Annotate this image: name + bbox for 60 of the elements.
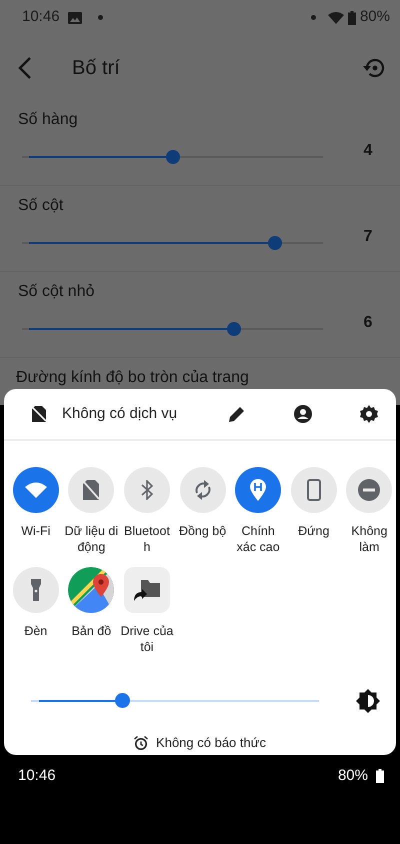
wifi-icon (24, 482, 47, 498)
sync-icon (194, 480, 212, 500)
phone-icon (306, 479, 321, 501)
setting-value: 7 (362, 226, 374, 246)
folder-shortcut-icon[interactable] (124, 567, 170, 613)
battery-percent: 80% (360, 7, 390, 28)
image-icon (68, 12, 82, 24)
tile-label: Wi-Fi (21, 523, 50, 539)
battery-icon (376, 769, 384, 784)
slider-thumb[interactable] (166, 150, 180, 164)
bluetooth-icon (140, 480, 153, 500)
account-icon[interactable] (294, 405, 312, 423)
edit-icon[interactable] (228, 405, 246, 423)
setting-label: Số hàng (18, 110, 79, 130)
wifi-icon (328, 12, 344, 24)
toggle-tile[interactable] (235, 467, 282, 513)
status-time: 10:46 (22, 7, 60, 28)
alarm-clock-icon (134, 736, 148, 750)
tile-label: Đèn (24, 623, 48, 639)
slider-thumb[interactable] (115, 693, 130, 708)
toggle-tile[interactable] (12, 467, 59, 513)
flashlight-icon (30, 579, 41, 601)
dot-icon (310, 15, 316, 20)
battery-icon (348, 10, 356, 24)
tile-label: Đồng bộ (178, 523, 226, 539)
restore-icon[interactable] (362, 56, 386, 78)
minus-circle-icon (358, 479, 380, 501)
toggle-tile[interactable] (290, 467, 337, 513)
slider-thumb[interactable] (226, 322, 241, 336)
status-time: 10:46 (18, 766, 56, 786)
toggle-tile[interactable] (124, 467, 170, 513)
carrier-status: Không có dịch vụ (62, 404, 178, 424)
location-pin-icon (250, 479, 266, 501)
toggle-tile[interactable] (346, 467, 392, 513)
back-icon[interactable] (18, 56, 32, 78)
battery-percent: 80% (338, 766, 368, 786)
page-title: Bố trí (72, 56, 120, 80)
settings-icon[interactable] (360, 405, 378, 423)
tile-label: Bluetoot h (124, 523, 170, 555)
tile-label: Bản đồ (72, 623, 112, 639)
no-sim-icon (32, 406, 46, 422)
map-app-icon[interactable] (68, 567, 114, 613)
tile-label: Dữ liệu di động (64, 523, 118, 555)
toggle-tile[interactable] (12, 567, 59, 613)
setting-value: 6 (362, 312, 374, 332)
toggle-tile[interactable] (180, 467, 226, 513)
tile-label: Chính xác cao (236, 523, 280, 555)
brightness-icon[interactable] (356, 689, 380, 713)
slider-thumb[interactable] (268, 236, 282, 250)
tile-label: Đứng (298, 523, 330, 539)
no-sim-icon (83, 480, 100, 500)
setting-label: Đường kính độ bo tròn của trang (16, 369, 249, 386)
toggle-tile[interactable] (68, 467, 114, 513)
setting-value: 4 (362, 140, 374, 160)
setting-label: Số cột (18, 196, 64, 216)
dot-icon (98, 15, 103, 20)
tile-label: Không làm (351, 523, 388, 555)
alarm-status: Không có báo thức (156, 734, 266, 752)
tile-label: Drive của tôi (120, 623, 174, 655)
setting-label: Số cột nhỏ (18, 282, 96, 302)
